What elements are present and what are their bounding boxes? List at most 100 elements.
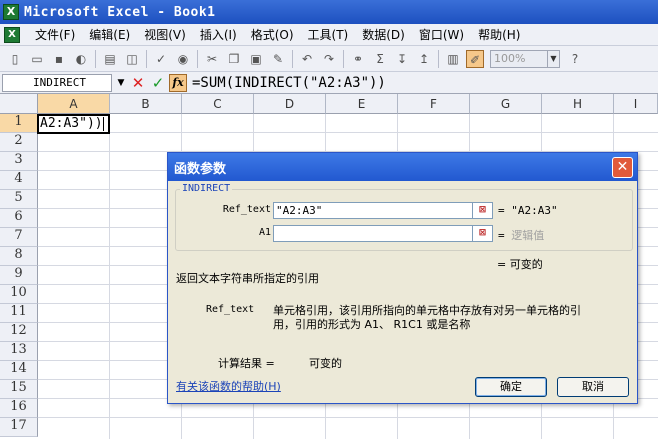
research-icon[interactable]: ◉ [174, 50, 192, 68]
menu-insert[interactable]: 插入(I) [193, 25, 244, 45]
select-all-corner[interactable] [0, 94, 38, 114]
active-cell-a1[interactable]: A2:A3")) [37, 114, 110, 134]
row-header-9[interactable]: 9 [0, 266, 38, 285]
dialog-title: 函数参数 [174, 161, 227, 177]
ref-text-input[interactable]: "A2:A3" [273, 202, 473, 219]
copy-icon[interactable]: ❐ [225, 50, 243, 68]
gridline [38, 417, 658, 418]
arg-label-a1: A1 [258, 227, 271, 238]
cancel-formula-button[interactable]: ✕ [129, 74, 147, 92]
function-help-link[interactable]: 有关该函数的帮助(H) [176, 378, 281, 394]
workbook-icon[interactable]: X [4, 26, 20, 43]
row-header-3[interactable]: 3 [0, 152, 38, 171]
text-cursor [102, 116, 104, 131]
row-header-12[interactable]: 12 [0, 323, 38, 342]
excel-app-icon[interactable]: X [3, 4, 19, 20]
close-icon[interactable]: ✕ [612, 156, 633, 178]
row-header-15[interactable]: 15 [0, 380, 38, 399]
collapse-dialog-icon[interactable]: ⊠ [472, 202, 493, 219]
menu-view[interactable]: 视图(V) [137, 25, 193, 45]
menu-edit[interactable]: 编辑(E) [82, 25, 137, 45]
new-icon[interactable]: ▯ [6, 50, 24, 68]
menu-file[interactable]: 文件(F) [28, 25, 82, 45]
help-icon[interactable]: ? [566, 50, 584, 68]
active-cell-text: A2:A3")) [40, 116, 103, 131]
column-header-c[interactable]: C [182, 94, 254, 114]
zoom-select[interactable]: 100% ▼ [490, 49, 560, 68]
chevron-down-icon[interactable]: ▼ [547, 50, 559, 67]
arguments-group: INDIRECT Ref_text "A2:A3" ⊠ = "A2:A3" A1… [175, 183, 633, 251]
sort-ascending-icon[interactable]: ↧ [393, 50, 411, 68]
chart-wizard-icon[interactable]: ▥ [444, 50, 462, 68]
row-header-17[interactable]: 17 [0, 418, 38, 437]
column-header-f[interactable]: F [398, 94, 470, 114]
toolbar-separator [197, 49, 198, 68]
row-header-8[interactable]: 8 [0, 247, 38, 266]
enter-formula-button[interactable]: ✓ [149, 74, 167, 92]
row-header-6[interactable]: 6 [0, 209, 38, 228]
a1-result-eq: = [498, 229, 505, 242]
hyperlink-icon[interactable]: ⚭ [349, 50, 367, 68]
a1-result-hint: 逻辑值 [511, 229, 545, 242]
row-header-13[interactable]: 13 [0, 342, 38, 361]
collapse-dialog-icon[interactable]: ⊠ [472, 225, 493, 242]
menu-format[interactable]: 格式(O) [244, 25, 301, 45]
toolbar-separator [292, 49, 293, 68]
arg-help-line2: 用，引用的形式为 A1、 R1C1 或是名称 [273, 318, 471, 331]
insert-function-button[interactable]: fx [169, 73, 187, 92]
column-header-i[interactable]: I [614, 94, 658, 114]
menu-data[interactable]: 数据(D) [355, 25, 412, 45]
calc-result-label: 计算结果 = [218, 357, 275, 370]
excel-app: X Microsoft Excel - Book1 X 文件(F) 编辑(E) … [0, 0, 658, 439]
dialog-title-bar[interactable]: 函数参数 ✕ [168, 153, 637, 181]
ref-text-result: = "A2:A3" [498, 204, 558, 217]
gridline [38, 132, 658, 133]
row-header-7[interactable]: 7 [0, 228, 38, 247]
row-header-10[interactable]: 10 [0, 285, 38, 304]
name-box[interactable]: INDIRECT [2, 73, 112, 92]
column-header-h[interactable]: H [542, 94, 614, 114]
toolbar-separator [343, 49, 344, 68]
menu-help[interactable]: 帮助(H) [471, 25, 527, 45]
row-header-4[interactable]: 4 [0, 171, 38, 190]
undo-icon[interactable]: ↶ [298, 50, 316, 68]
sort-descending-icon[interactable]: ↥ [415, 50, 433, 68]
format-painter-icon[interactable]: ✎ [269, 50, 287, 68]
cancel-button[interactable]: 取消 [557, 377, 629, 397]
zoom-value: 100% [494, 51, 526, 65]
save-icon[interactable]: ▪ [50, 50, 68, 68]
menu-tools[interactable]: 工具(T) [301, 25, 356, 45]
a1-input[interactable] [273, 225, 473, 242]
open-icon[interactable]: ▭ [28, 50, 46, 68]
column-header-d[interactable]: D [254, 94, 326, 114]
cut-icon[interactable]: ✂ [203, 50, 221, 68]
print-icon[interactable]: ▤ [101, 50, 119, 68]
formula-bar: INDIRECT ▼ ✕ ✓ fx =SUM(INDIRECT("A2:A3")… [0, 72, 658, 94]
overall-result: = 可变的 [497, 258, 543, 271]
row-header-11[interactable]: 11 [0, 304, 38, 323]
row-header-5[interactable]: 5 [0, 190, 38, 209]
menu-window[interactable]: 窗口(W) [412, 25, 471, 45]
drawing-icon[interactable]: ✐ [466, 49, 484, 68]
column-header-b[interactable]: B [110, 94, 182, 114]
permission-icon[interactable]: ◐ [72, 50, 90, 68]
formula-input[interactable]: =SUM(INDIRECT("A2:A3")) [192, 74, 658, 92]
row-header-16[interactable]: 16 [0, 399, 38, 418]
column-header-g[interactable]: G [470, 94, 542, 114]
autosum-icon[interactable]: Σ [371, 50, 389, 68]
gridline [109, 114, 110, 439]
column-header-a[interactable]: A [38, 94, 110, 114]
print-preview-icon[interactable]: ◫ [123, 50, 141, 68]
row-header-1[interactable]: 1 [0, 114, 38, 133]
name-box-dropdown-icon[interactable]: ▼ [114, 74, 128, 92]
column-header-e[interactable]: E [326, 94, 398, 114]
a1-result: = 逻辑值 [498, 227, 544, 243]
redo-icon[interactable]: ↷ [320, 50, 338, 68]
paste-icon[interactable]: ▣ [247, 50, 265, 68]
arg-help-name: Ref_text [206, 304, 255, 315]
row-header-2[interactable]: 2 [0, 133, 38, 152]
spelling-icon[interactable]: ✓ [152, 50, 170, 68]
row-header-14[interactable]: 14 [0, 361, 38, 380]
calc-result-value: 可变的 [309, 357, 342, 370]
ok-button[interactable]: 确定 [475, 377, 547, 397]
